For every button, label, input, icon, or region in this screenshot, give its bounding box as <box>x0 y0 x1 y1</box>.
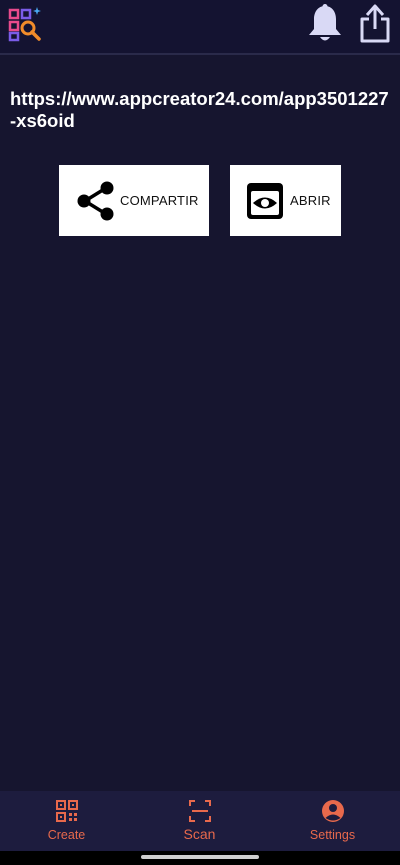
open-button[interactable]: ABRIR <box>230 165 341 236</box>
scanned-url-text: https://www.appcreator24.com/app3501227-… <box>10 88 389 131</box>
bottom-navigation: Create Scan Settings <box>0 791 400 851</box>
qr-code-icon <box>55 800 78 822</box>
scan-icon <box>188 800 211 822</box>
share-export-icon[interactable] <box>357 3 393 45</box>
account-circle-icon <box>321 800 344 822</box>
share-icon <box>77 181 114 220</box>
nav-settings-label: Settings <box>309 828 356 842</box>
nav-settings[interactable]: Settings <box>266 791 399 851</box>
nav-scan[interactable]: Scan <box>133 791 266 851</box>
top-app-bar <box>0 0 400 55</box>
share-button[interactable]: COMPARTIR <box>59 165 209 236</box>
open-in-browser-icon <box>247 182 283 219</box>
nav-create[interactable]: Create <box>0 791 133 851</box>
app-logo-icon[interactable] <box>8 6 42 42</box>
nav-scan-label: Scan <box>183 826 216 842</box>
home-gesture-handle[interactable] <box>141 855 259 859</box>
notification-bell-icon[interactable] <box>306 3 344 45</box>
share-button-label: COMPARTIR <box>120 193 199 208</box>
nav-create-label: Create <box>47 828 86 842</box>
system-gesture-bar <box>0 851 400 865</box>
open-button-label: ABRIR <box>290 193 331 208</box>
